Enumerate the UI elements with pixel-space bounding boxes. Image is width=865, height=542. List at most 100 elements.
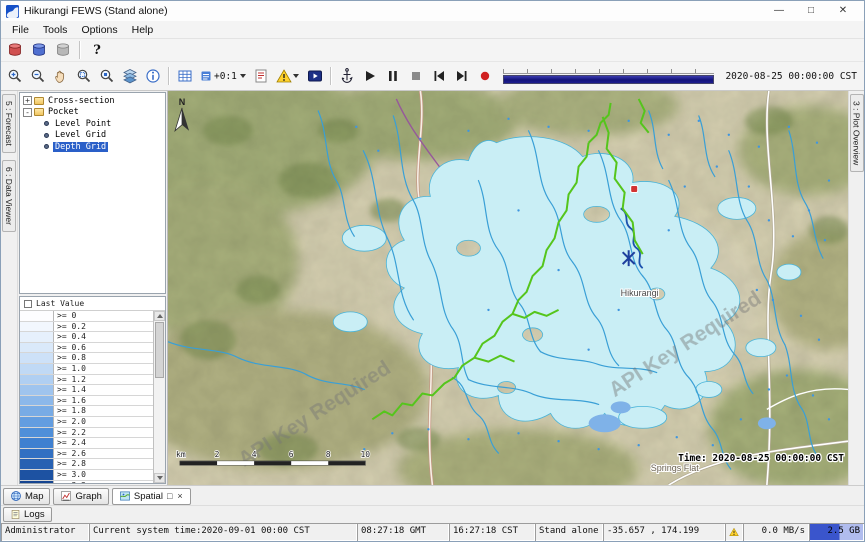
legend-row: >= 2.8 bbox=[20, 459, 153, 470]
legend-row: >= 2.4 bbox=[20, 438, 153, 449]
tree-expander-icon[interactable] bbox=[23, 108, 32, 117]
tab-graph[interactable]: Graph bbox=[53, 488, 108, 505]
toolbar-separator bbox=[330, 67, 332, 85]
last-value-checkbox[interactable] bbox=[24, 300, 32, 308]
zoom-extent-icon[interactable] bbox=[96, 65, 118, 87]
pan-hand-icon[interactable] bbox=[50, 65, 72, 87]
record-button[interactable] bbox=[474, 65, 496, 87]
interval-label: +0:1 bbox=[214, 71, 237, 82]
tree-item[interactable]: Level Grid bbox=[20, 130, 165, 142]
legend-color-swatch bbox=[20, 332, 54, 342]
tree-item-label[interactable]: Pocket bbox=[46, 107, 81, 117]
status-system-time: Current system time:2020-09-01 00:00 CST bbox=[89, 523, 357, 541]
database-red-icon[interactable] bbox=[4, 39, 26, 61]
dock-tab[interactable]: 6 : Data Viewer bbox=[2, 160, 16, 232]
timeline-period-bar[interactable] bbox=[503, 75, 715, 84]
log-file-icon bbox=[10, 509, 21, 520]
tab-map[interactable]: Map bbox=[3, 488, 50, 505]
toolbar-separator bbox=[168, 67, 170, 85]
interval-icon bbox=[200, 70, 212, 82]
close-panel-button[interactable]: × bbox=[176, 491, 183, 501]
tree-node-icon bbox=[34, 97, 44, 105]
svg-text:10: 10 bbox=[360, 450, 370, 459]
time-interval-control[interactable]: +0:1 bbox=[197, 68, 249, 84]
legend-row-label: >= 2.2 bbox=[54, 428, 153, 438]
zoom-area-icon[interactable] bbox=[73, 65, 95, 87]
help-button[interactable]: ? bbox=[86, 39, 108, 61]
tree-item-label[interactable]: Depth Grid bbox=[53, 142, 108, 152]
info-icon[interactable] bbox=[142, 65, 164, 87]
step-first-button[interactable] bbox=[428, 65, 450, 87]
legend-color-swatch bbox=[20, 417, 54, 427]
zoom-in-icon[interactable] bbox=[4, 65, 26, 87]
status-warning-icon[interactable] bbox=[725, 523, 743, 541]
legend-row: >= 1.4 bbox=[20, 385, 153, 396]
maximize-button[interactable]: □ bbox=[795, 1, 827, 21]
grid-display-icon[interactable] bbox=[174, 65, 196, 87]
tree-item[interactable]: Cross-section bbox=[20, 95, 165, 107]
tree-node-icon bbox=[44, 121, 49, 126]
tree-item-label[interactable]: Level Grid bbox=[53, 130, 108, 140]
scroll-down-icon[interactable] bbox=[154, 473, 165, 483]
scrollbar-thumb[interactable] bbox=[155, 322, 164, 378]
database-gray-icon[interactable] bbox=[52, 39, 74, 61]
svg-text:2: 2 bbox=[215, 450, 220, 459]
app-logo-icon bbox=[6, 5, 19, 18]
map-time-label: Time: 2020-08-25 00:00:00 CST bbox=[678, 453, 844, 464]
right-dock-tabstrip: 3 : Plot Overview bbox=[848, 91, 864, 485]
close-button[interactable]: ✕ bbox=[827, 1, 859, 21]
tree-node-icon bbox=[44, 144, 49, 149]
menu-item[interactable]: Help bbox=[125, 22, 161, 38]
menu-item[interactable]: File bbox=[5, 22, 36, 38]
animation-movie-icon[interactable] bbox=[304, 65, 326, 87]
stop-button[interactable] bbox=[405, 65, 427, 87]
legend-color-swatch bbox=[20, 375, 54, 385]
legend-row-label: >= 1.8 bbox=[54, 406, 153, 416]
legend-color-swatch bbox=[20, 396, 54, 406]
logs-button[interactable]: Logs bbox=[3, 507, 52, 522]
dock-tab[interactable]: 5 : Forecast bbox=[2, 94, 16, 153]
play-button[interactable] bbox=[359, 65, 381, 87]
timeline-ruler bbox=[503, 69, 715, 74]
tree-expander-icon[interactable] bbox=[23, 96, 32, 105]
step-last-button[interactable] bbox=[451, 65, 473, 87]
anchor-tool-icon[interactable] bbox=[336, 65, 358, 87]
logs-row: Logs bbox=[1, 505, 864, 523]
graph-icon bbox=[60, 490, 72, 502]
layers-icon[interactable] bbox=[119, 65, 141, 87]
tab-spatial[interactable]: Spatial □ × bbox=[112, 488, 191, 505]
filters-tree[interactable]: Cross-section Pocket Level Point bbox=[19, 92, 166, 294]
database-blue-icon[interactable] bbox=[28, 39, 50, 61]
warnings-dropdown[interactable] bbox=[273, 65, 303, 87]
legend-color-swatch bbox=[20, 311, 54, 321]
status-user: Administrator bbox=[1, 523, 89, 541]
pause-button[interactable] bbox=[382, 65, 404, 87]
legend-row-label: >= 2.4 bbox=[54, 438, 153, 448]
tree-item[interactable]: Depth Grid bbox=[20, 141, 165, 153]
svg-text:6: 6 bbox=[289, 450, 294, 459]
zoom-out-icon[interactable] bbox=[27, 65, 49, 87]
minimize-button[interactable]: — bbox=[763, 1, 795, 21]
undock-panel-button[interactable]: □ bbox=[166, 491, 173, 501]
menu-item[interactable]: Options bbox=[74, 22, 124, 38]
scroll-up-icon[interactable] bbox=[154, 311, 165, 321]
svg-text:8: 8 bbox=[326, 450, 331, 459]
menu-item[interactable]: Tools bbox=[36, 22, 75, 38]
document-icon[interactable] bbox=[250, 65, 272, 87]
legend-row: >= 0 bbox=[20, 311, 153, 322]
dock-tab[interactable]: 3 : Plot Overview bbox=[850, 94, 864, 172]
tree-item-label[interactable]: Cross-section bbox=[46, 96, 117, 106]
tree-item[interactable]: Level Point bbox=[20, 118, 165, 130]
legend-color-swatch bbox=[20, 481, 54, 484]
tree-item-label[interactable]: Level Point bbox=[53, 119, 113, 129]
legend-header: Last Value bbox=[20, 297, 165, 311]
map-view[interactable]: API Key Required API Key Required Hikura… bbox=[168, 91, 848, 485]
timeline-slider[interactable] bbox=[503, 67, 715, 85]
tree-item[interactable]: Pocket bbox=[20, 107, 165, 119]
legend-row: >= 3.2 bbox=[20, 481, 153, 484]
status-coordinates: -35.657 , 174.199 bbox=[603, 523, 725, 541]
legend-color-swatch bbox=[20, 459, 54, 469]
legend-panel: Last Value >= 0 >= 0.2 bbox=[19, 296, 166, 484]
legend-color-swatch bbox=[20, 428, 54, 438]
legend-scrollbar[interactable] bbox=[153, 311, 165, 483]
